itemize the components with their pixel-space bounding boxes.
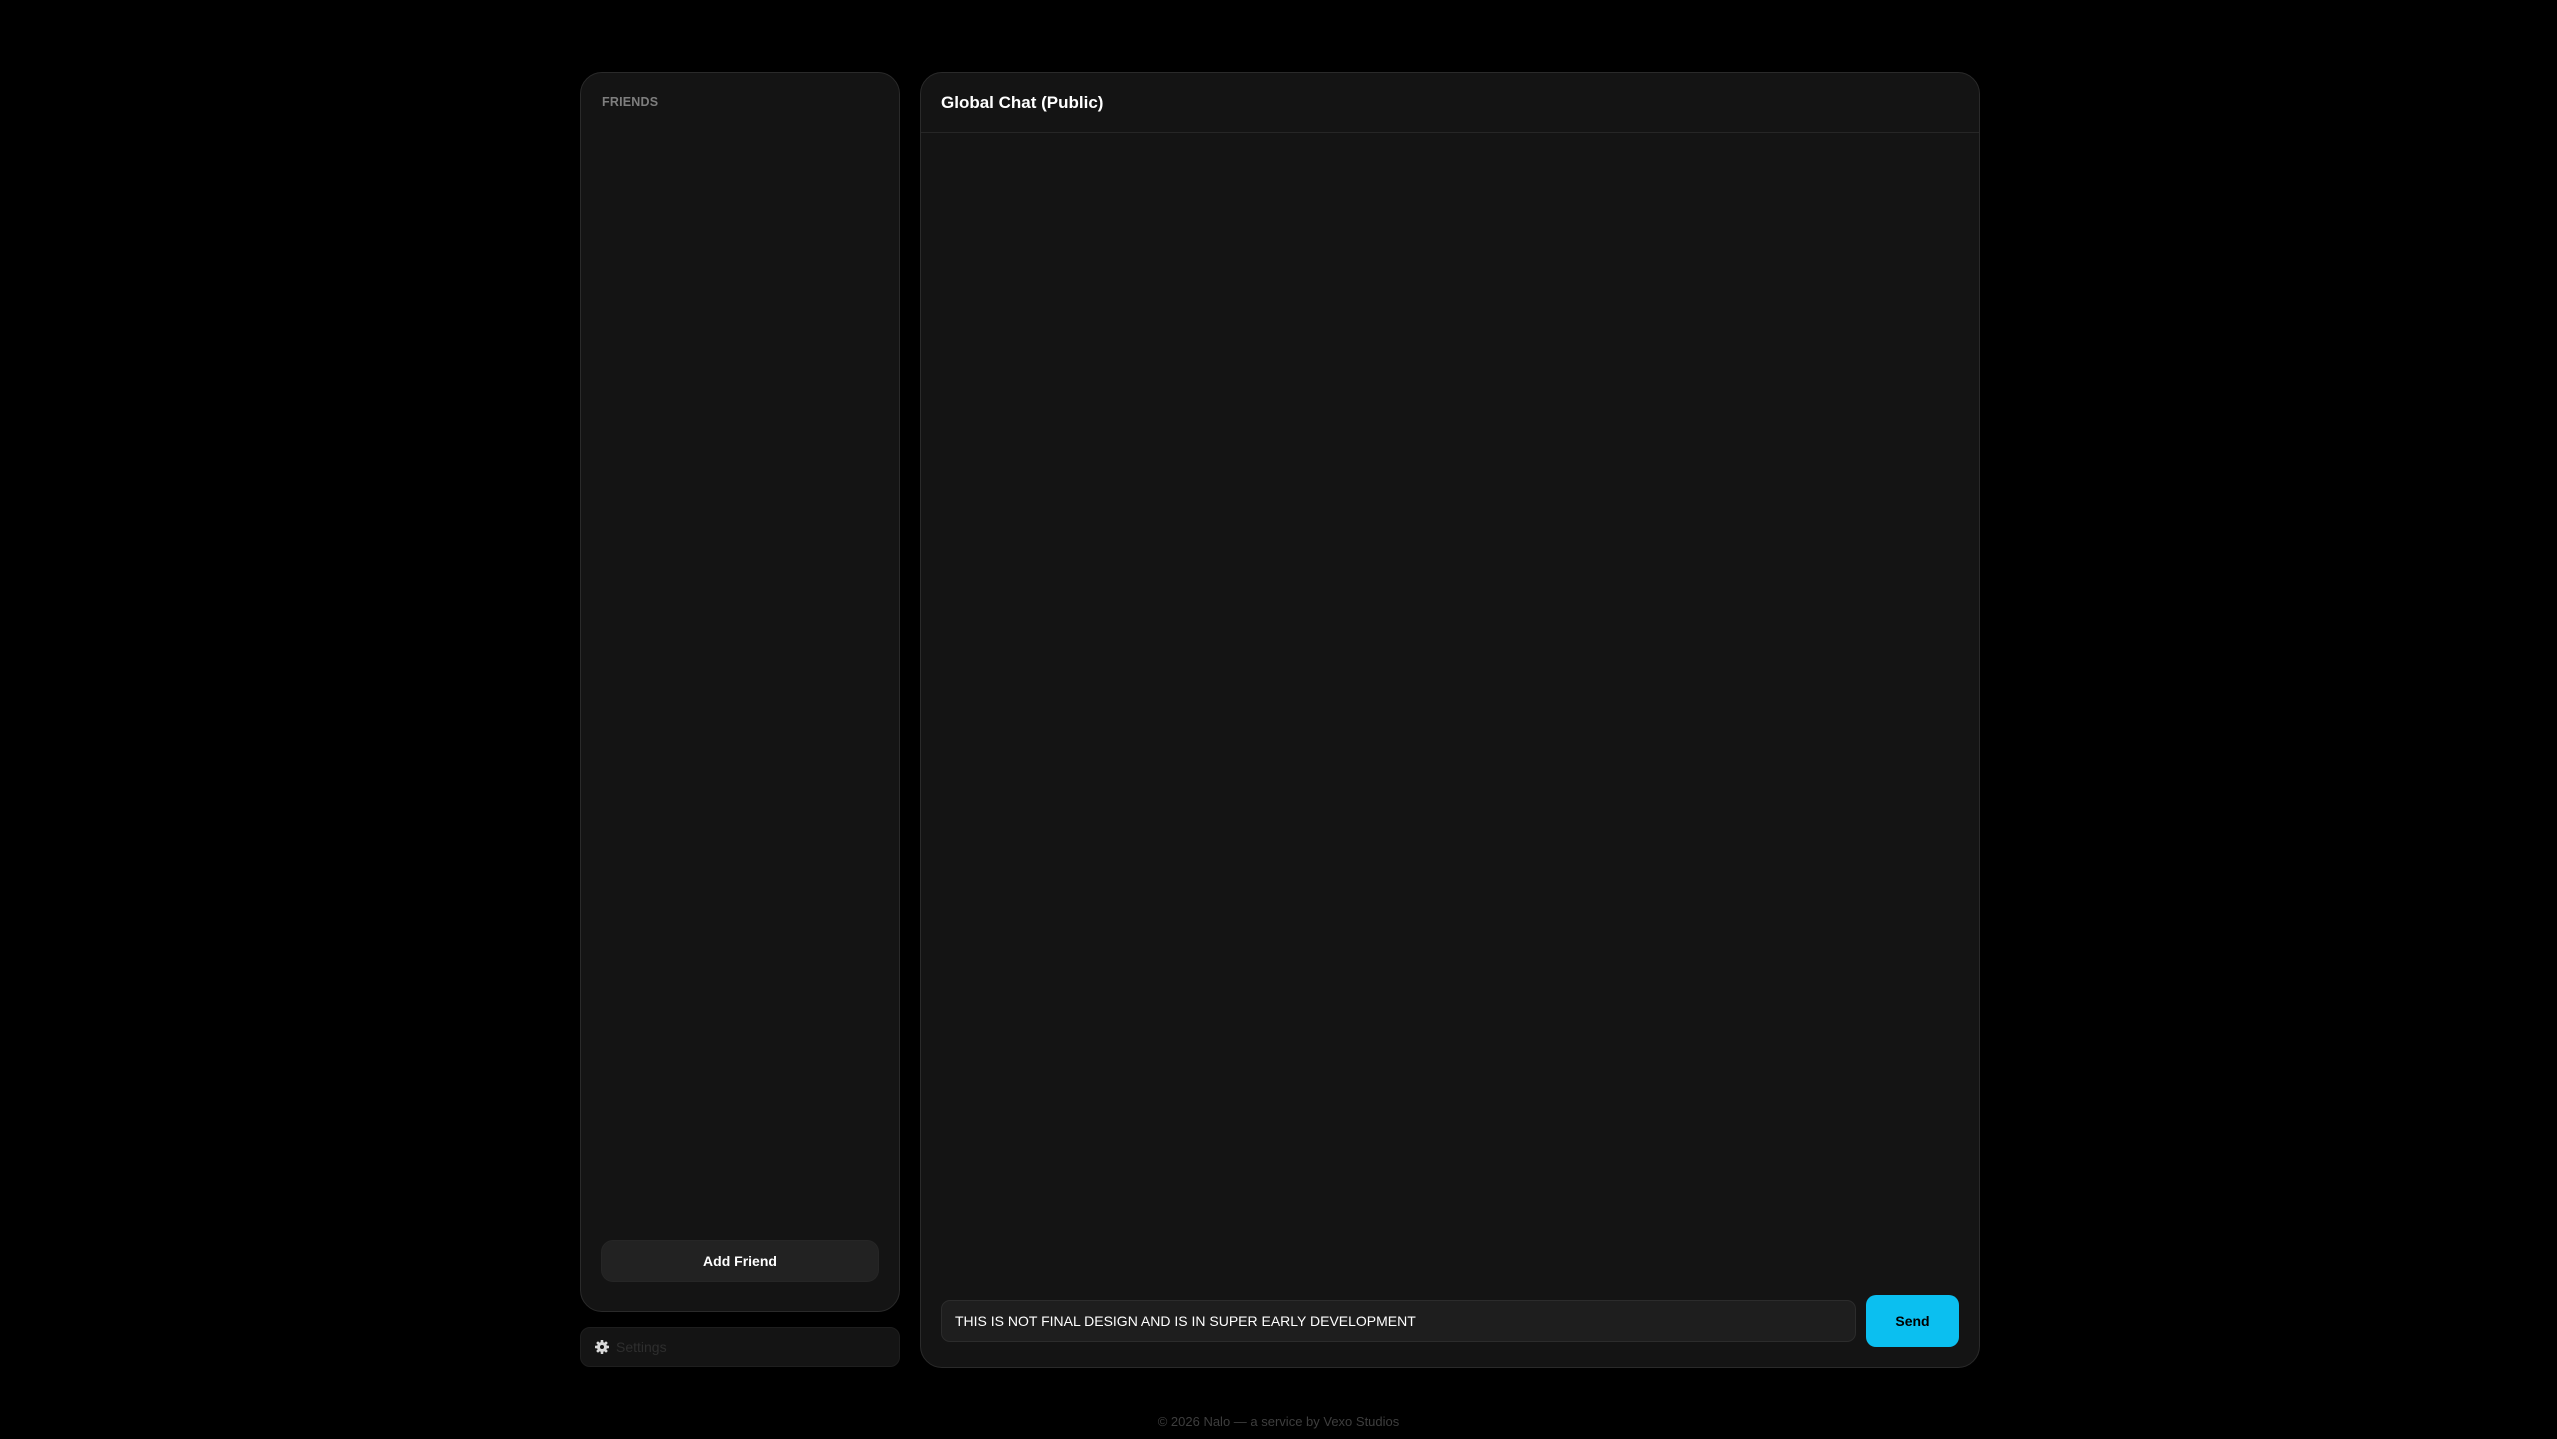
chat-panel: Global Chat (Public) Send xyxy=(920,72,1980,1368)
chat-header: Global Chat (Public) xyxy=(921,73,1979,133)
chat-title: Global Chat (Public) xyxy=(941,93,1104,112)
message-list[interactable] xyxy=(921,133,1979,1293)
settings-button[interactable]: Settings xyxy=(580,1327,900,1367)
friends-sidebar: FRIENDS Add Friend xyxy=(580,72,900,1312)
message-input[interactable] xyxy=(941,1300,1856,1342)
send-button[interactable]: Send xyxy=(1866,1295,1959,1347)
gear-icon xyxy=(594,1339,610,1355)
friends-heading: FRIENDS xyxy=(602,95,659,109)
add-friend-button[interactable]: Add Friend xyxy=(601,1240,879,1282)
settings-label: Settings xyxy=(616,1339,667,1355)
footer-copyright: © 2026 Nalo — a service by Vexo Studios xyxy=(1157,1414,1400,1429)
